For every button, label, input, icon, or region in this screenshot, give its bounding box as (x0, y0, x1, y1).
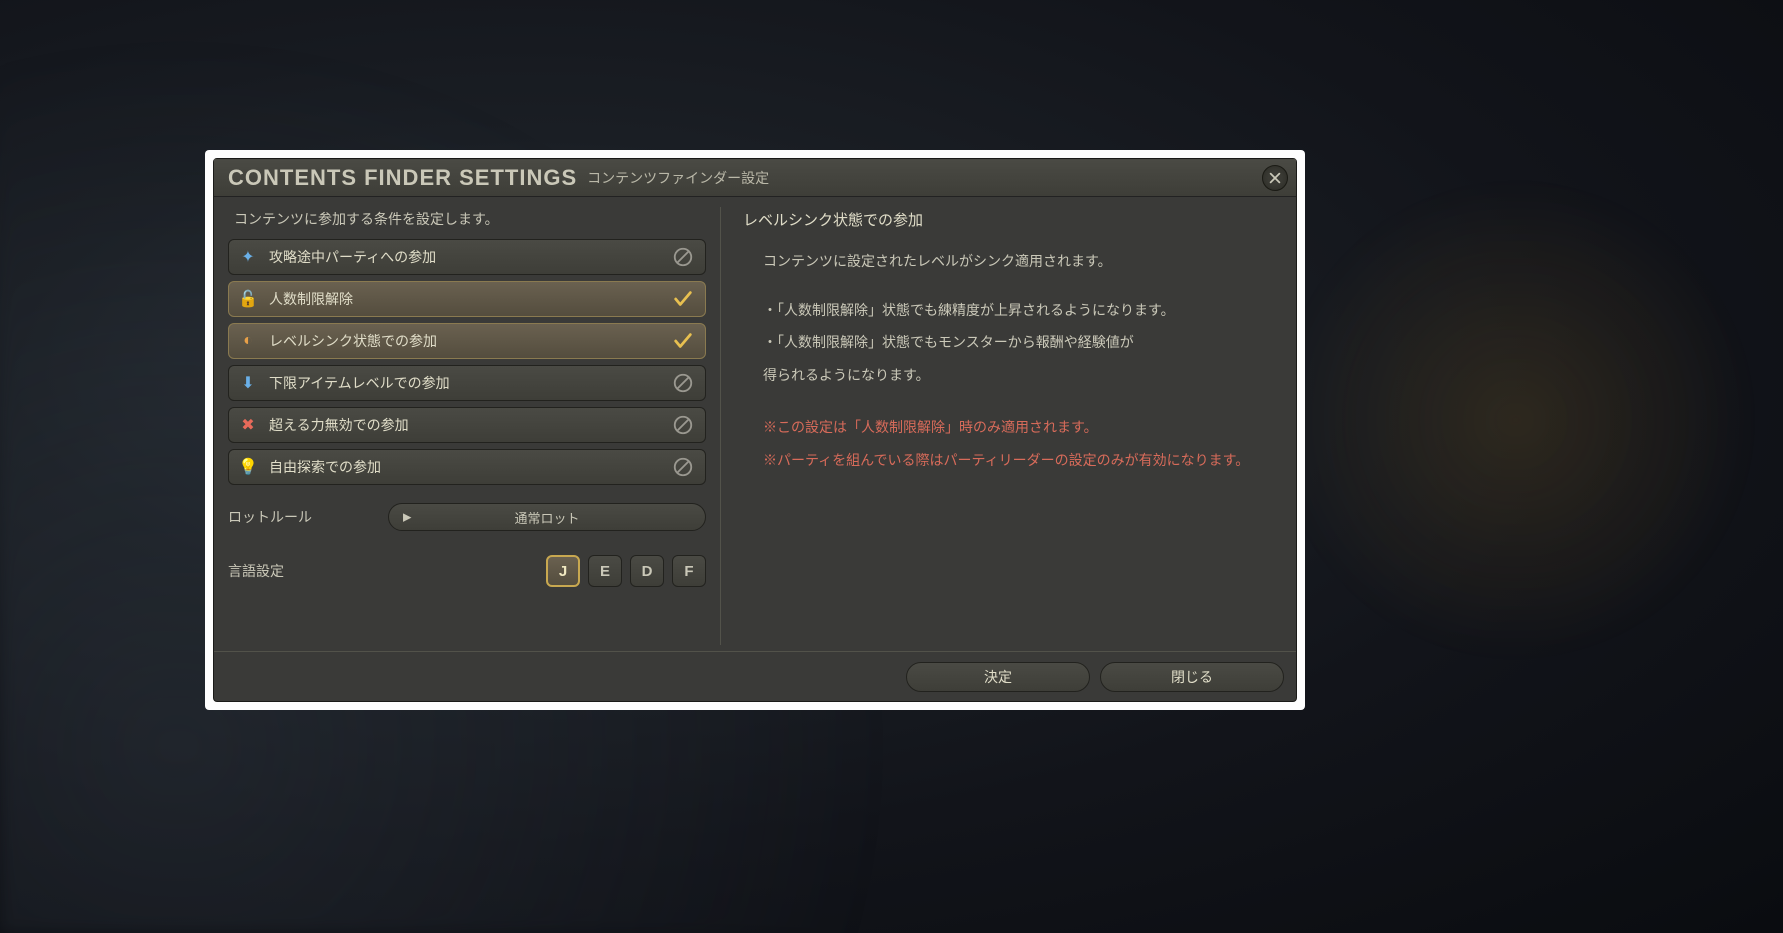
left-column: コンテンツに参加する条件を設定します。 ✦ 攻略途中パーティへの参加 🔓 人数制… (228, 207, 706, 645)
option-label: 攻略途中パーティへの参加 (269, 247, 671, 267)
state-on-icon (671, 329, 695, 353)
close-footer-button[interactable]: 閉じる (1100, 662, 1284, 692)
party-join-icon: ✦ (237, 246, 259, 268)
detail-warning-2: パーティを組んでいる際はパーティリーダーの設定のみが有効になります。 (763, 447, 1282, 474)
confirm-button[interactable]: 決定 (906, 662, 1090, 692)
option-label: レベルシンク状態での参加 (269, 331, 671, 351)
down-arrow-icon: ⬇ (237, 372, 259, 394)
close-button[interactable] (1262, 165, 1288, 191)
state-off-icon (671, 245, 695, 269)
detail-warning-block: この設定は「人数制限解除」時のみ適用されます。 パーティを組んでいる際はパーティ… (763, 414, 1282, 473)
titlebar: CONTENTS FINDER SETTINGS コンテンツファインダー設定 (214, 159, 1296, 197)
option-level-sync[interactable]: ◐ レベルシンク状態での参加 (228, 323, 706, 359)
language-label: 言語設定 (228, 561, 388, 581)
loot-rule-row: ロットルール ▶ 通常ロット (228, 503, 706, 531)
dialog-footer: 決定 閉じる (214, 651, 1296, 701)
vertical-separator (720, 207, 721, 645)
option-min-ilvl[interactable]: ⬇ 下限アイテムレベルでの参加 (228, 365, 706, 401)
sync-icon: ◐ (237, 330, 259, 352)
detail-summary: コンテンツに設定されたレベルがシンク適用されます。 (763, 248, 1282, 275)
option-explorer-mode[interactable]: 💡 自由探索での参加 (228, 449, 706, 485)
language-button-group: J E D F (546, 555, 706, 587)
dialog-body: コンテンツに参加する条件を設定します。 ✦ 攻略途中パーティへの参加 🔓 人数制… (214, 197, 1296, 651)
lang-button-f[interactable]: F (672, 555, 706, 587)
option-echo-disabled[interactable]: ✖ 超える力無効での参加 (228, 407, 706, 443)
bulb-icon: 💡 (237, 456, 259, 478)
state-on-icon (671, 287, 695, 311)
detail-body: コンテンツに設定されたレベルがシンク適用されます。 「人数制限解除」状態でも練精… (735, 248, 1282, 480)
dialog-outer-frame: CONTENTS FINDER SETTINGS コンテンツファインダー設定 コ… (205, 150, 1305, 710)
detail-bullet-1: 「人数制限解除」状態でも練精度が上昇されるようになります。 (763, 297, 1282, 324)
close-icon (1268, 171, 1282, 185)
dropdown-arrow-icon: ▶ (403, 511, 411, 524)
title-japanese: コンテンツファインダー設定 (587, 168, 769, 188)
contents-finder-settings-dialog: CONTENTS FINDER SETTINGS コンテンツファインダー設定 コ… (213, 158, 1297, 702)
option-join-in-progress[interactable]: ✦ 攻略途中パーティへの参加 (228, 239, 706, 275)
option-list: ✦ 攻略途中パーティへの参加 🔓 人数制限解除 (228, 239, 706, 485)
lang-button-d[interactable]: D (630, 555, 664, 587)
state-off-icon (671, 371, 695, 395)
no-echo-icon: ✖ (237, 414, 259, 436)
state-off-icon (671, 413, 695, 437)
loot-rule-label: ロットルール (228, 507, 388, 527)
title-english: CONTENTS FINDER SETTINGS (228, 165, 577, 191)
option-label: 自由探索での参加 (269, 457, 671, 477)
language-row: 言語設定 J E D F (228, 555, 706, 587)
state-off-icon (671, 455, 695, 479)
detail-bullet-2a: 「人数制限解除」状態でもモンスターから報酬や経験値が (763, 329, 1282, 356)
instruction-text: コンテンツに参加する条件を設定します。 (234, 209, 706, 229)
unlock-icon: 🔓 (237, 288, 259, 310)
option-label: 下限アイテムレベルでの参加 (269, 373, 671, 393)
lang-button-j[interactable]: J (546, 555, 580, 587)
option-label: 人数制限解除 (269, 289, 671, 309)
loot-rule-dropdown[interactable]: ▶ 通常ロット (388, 503, 706, 531)
option-label: 超える力無効での参加 (269, 415, 671, 435)
lang-button-e[interactable]: E (588, 555, 622, 587)
detail-warning-1: この設定は「人数制限解除」時のみ適用されます。 (763, 414, 1282, 441)
right-column-detail: レベルシンク状態での参加 コンテンツに設定されたレベルがシンク適用されます。 「… (735, 207, 1282, 645)
option-unrestricted-party[interactable]: 🔓 人数制限解除 (228, 281, 706, 317)
detail-title: レベルシンク状態での参加 (743, 209, 1282, 230)
detail-bullet-2b: 得られるようになります。 (763, 362, 1282, 389)
loot-rule-value: 通常ロット (514, 508, 579, 527)
